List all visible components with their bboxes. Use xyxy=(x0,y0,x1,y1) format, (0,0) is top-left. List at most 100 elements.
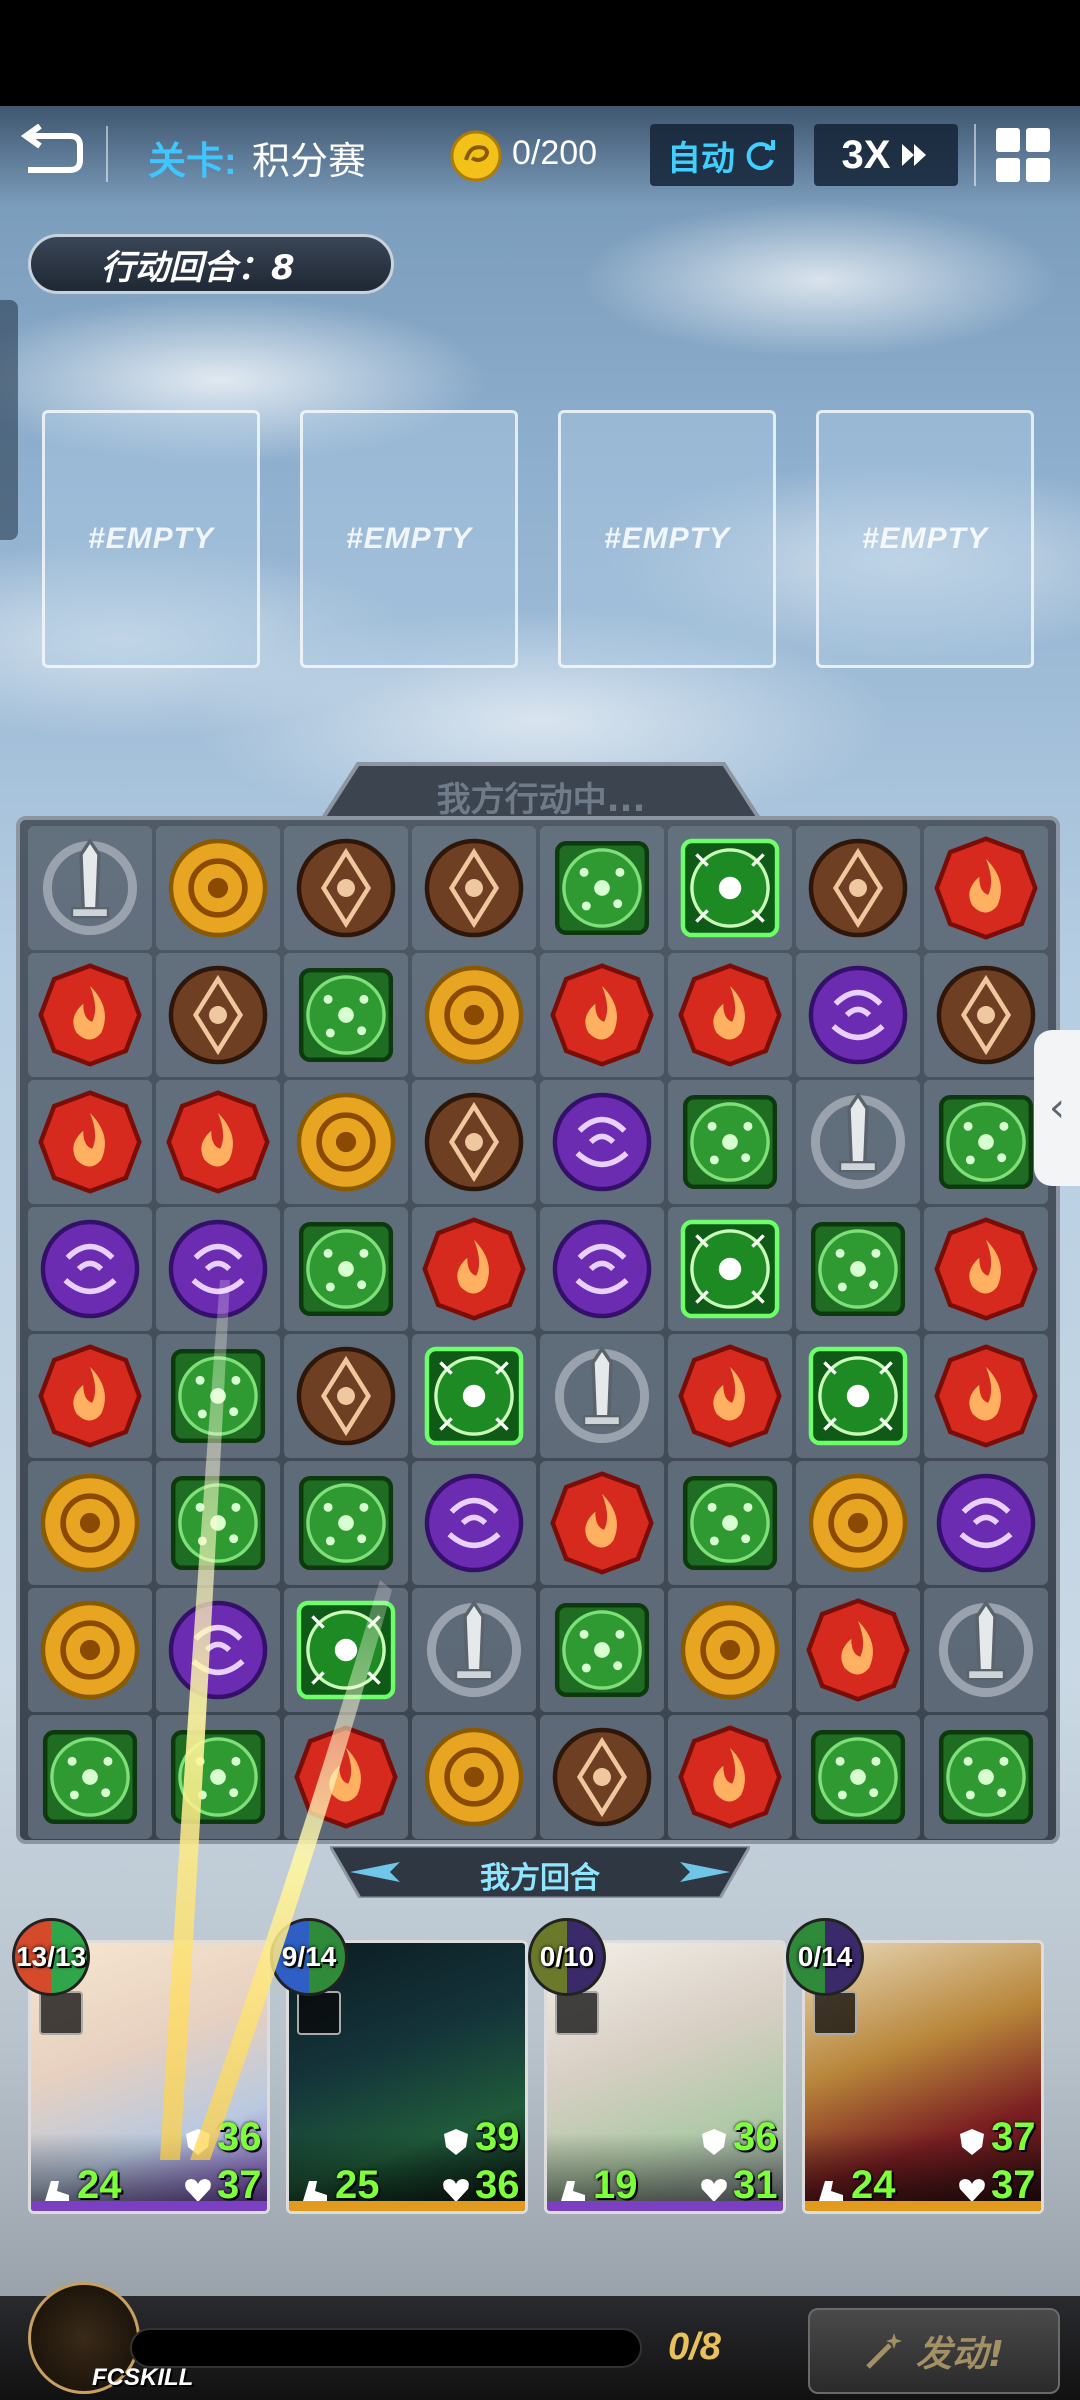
fast-forward-icon xyxy=(902,144,927,166)
board-cell[interactable] xyxy=(284,1715,408,1839)
board-cell[interactable] xyxy=(668,953,792,1077)
board-cell[interactable] xyxy=(540,1207,664,1331)
board-cell[interactable] xyxy=(668,1334,792,1458)
speed-button[interactable]: 3X xyxy=(814,124,958,186)
leaf-gem-icon xyxy=(554,840,650,936)
board-cell[interactable] xyxy=(156,1715,280,1839)
board-cell[interactable] xyxy=(924,1080,1048,1204)
board-cell[interactable] xyxy=(28,953,152,1077)
left-edge-tab[interactable] xyxy=(0,300,18,540)
board-cell[interactable] xyxy=(284,1207,408,1331)
back-button[interactable] xyxy=(18,123,88,184)
board-cell[interactable] xyxy=(412,1715,536,1839)
board-cell[interactable] xyxy=(924,1334,1048,1458)
board-cell[interactable] xyxy=(412,953,536,1077)
board-cell[interactable] xyxy=(156,1334,280,1458)
board-cell[interactable] xyxy=(540,1715,664,1839)
board-cell[interactable] xyxy=(668,1461,792,1585)
status-bar xyxy=(0,0,1080,106)
leaf-gem-icon xyxy=(170,1729,266,1825)
earth-gem-icon xyxy=(936,965,1036,1065)
board-cell[interactable] xyxy=(796,1588,920,1712)
earth-gem-icon xyxy=(168,965,268,1065)
board-cell[interactable] xyxy=(284,1080,408,1204)
dark-gem-icon xyxy=(936,1473,1036,1573)
earth-gem-icon xyxy=(424,838,524,938)
board-cell[interactable] xyxy=(540,826,664,950)
board-cell[interactable] xyxy=(28,1334,152,1458)
board-cell[interactable] xyxy=(156,953,280,1077)
board-cell[interactable] xyxy=(284,1334,408,1458)
board-cell[interactable] xyxy=(156,1461,280,1585)
board-cell[interactable] xyxy=(924,1588,1048,1712)
board-cell[interactable] xyxy=(156,1588,280,1712)
leaf-gem-icon xyxy=(938,1729,1034,1825)
board-cell[interactable] xyxy=(540,1080,664,1204)
board-cell[interactable] xyxy=(412,1461,536,1585)
board-cell[interactable] xyxy=(28,1080,152,1204)
board-cell[interactable] xyxy=(796,1461,920,1585)
board-cell[interactable] xyxy=(28,826,152,950)
board-cell[interactable] xyxy=(284,1461,408,1585)
board-cell[interactable] xyxy=(924,1715,1048,1839)
board-cell[interactable] xyxy=(284,1588,408,1712)
board-cell[interactable] xyxy=(796,826,920,950)
fire-gem-icon xyxy=(422,1217,526,1321)
board-cell[interactable] xyxy=(540,1588,664,1712)
board-cell[interactable] xyxy=(540,1334,664,1458)
board-cell[interactable] xyxy=(540,953,664,1077)
side-panel-tab[interactable]: ‹ xyxy=(1034,1030,1080,1186)
board-cell[interactable] xyxy=(28,1715,152,1839)
board-cell[interactable] xyxy=(924,1207,1048,1331)
turn-status-label: 我方行动中... xyxy=(436,780,646,820)
board-cell[interactable] xyxy=(412,1334,536,1458)
fire-gem-icon xyxy=(806,1598,910,1702)
board-cell[interactable] xyxy=(412,1080,536,1204)
board-cell[interactable] xyxy=(924,826,1048,950)
sword-gem-icon xyxy=(426,1599,522,1698)
hero-shield-value: 37 xyxy=(991,2115,1036,2159)
board-cell[interactable] xyxy=(156,826,280,950)
shield-icon xyxy=(960,2129,984,2155)
board-cell[interactable] xyxy=(668,826,792,950)
board-cell[interactable] xyxy=(28,1588,152,1712)
board-cell[interactable] xyxy=(668,1588,792,1712)
card-slot[interactable]: #EMPTY xyxy=(42,410,260,668)
board-cell[interactable] xyxy=(156,1207,280,1331)
board-cell[interactable] xyxy=(284,953,408,1077)
board-cell[interactable] xyxy=(924,953,1048,1077)
leaf-glow-gem-icon xyxy=(808,1346,908,1446)
auto-button[interactable]: 自动 xyxy=(650,124,794,186)
leaf-gem-icon xyxy=(682,1094,778,1190)
hero-skill-icon xyxy=(39,1991,83,2035)
launch-skill-button[interactable]: 发动! xyxy=(808,2308,1060,2394)
shield-icon xyxy=(444,2129,468,2155)
board-cell[interactable] xyxy=(796,1334,920,1458)
board-cell[interactable] xyxy=(412,1207,536,1331)
board-cell[interactable] xyxy=(28,1207,152,1331)
board-cell[interactable] xyxy=(540,1461,664,1585)
menu-grid-button[interactable] xyxy=(996,128,1050,182)
board-cell[interactable] xyxy=(796,1207,920,1331)
leaf-glow-gem-icon xyxy=(424,1346,524,1446)
board-cell[interactable] xyxy=(796,1715,920,1839)
sun-gem-icon xyxy=(680,1600,780,1700)
board-cell[interactable] xyxy=(412,1588,536,1712)
hero-shield-value: 36 xyxy=(217,2115,262,2159)
board-cell[interactable] xyxy=(28,1461,152,1585)
card-slot[interactable]: #EMPTY xyxy=(300,410,518,668)
hero-shield-value: 36 xyxy=(733,2115,778,2159)
hero-skill-icon xyxy=(555,1991,599,2035)
board-cell[interactable] xyxy=(924,1461,1048,1585)
card-slot[interactable]: #EMPTY xyxy=(816,410,1034,668)
board-cell[interactable] xyxy=(284,826,408,950)
board-cell[interactable] xyxy=(156,1080,280,1204)
board-cell[interactable] xyxy=(668,1080,792,1204)
board-cell[interactable] xyxy=(412,826,536,950)
board-cell[interactable] xyxy=(796,1080,920,1204)
fire-gem-icon xyxy=(550,963,654,1067)
board-cell[interactable] xyxy=(668,1207,792,1331)
card-slot[interactable]: #EMPTY xyxy=(558,410,776,668)
board-cell[interactable] xyxy=(796,953,920,1077)
board-cell[interactable] xyxy=(668,1715,792,1839)
